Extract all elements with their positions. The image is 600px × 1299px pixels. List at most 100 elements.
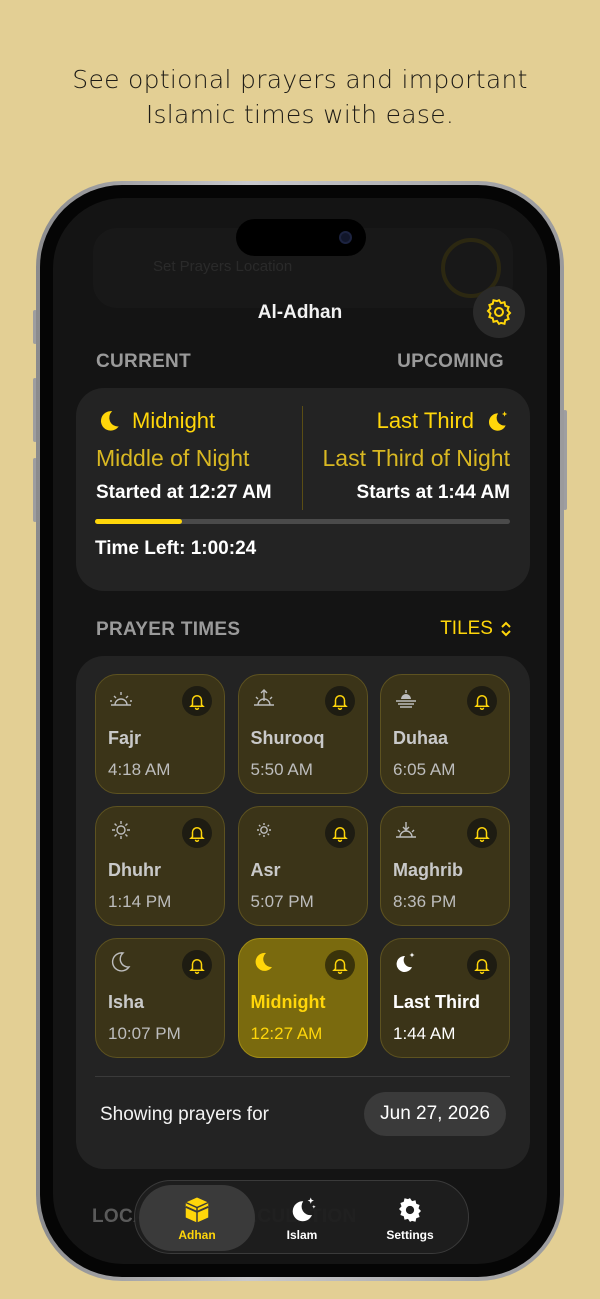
showing-prayers-label: Showing prayers for	[100, 1104, 269, 1125]
current-prayer-block: Midnight Middle of Night Started at 12:2…	[96, 408, 272, 504]
prayer-time: 1:14 PM	[108, 892, 172, 911]
bell-icon	[189, 827, 205, 842]
prayer-time: 5:50 AM	[250, 760, 313, 779]
prayer-name: Isha	[108, 992, 145, 1012]
prayer-tile-duhaa[interactable]: Duhaa 6:05 AM	[380, 674, 510, 794]
prayer-time: 5:07 PM	[250, 892, 314, 911]
prayer-time: 12:27 AM	[250, 1024, 323, 1043]
card-divider	[302, 406, 303, 510]
tab-adhan-label: Adhan	[178, 1227, 216, 1242]
sun-up-icon	[251, 687, 277, 709]
notification-toggle-button[interactable]	[182, 818, 212, 848]
current-prayer-subtitle: Middle of Night	[96, 445, 250, 471]
moon-icon	[100, 411, 119, 431]
notification-toggle-button[interactable]	[182, 686, 212, 716]
gear-icon	[486, 298, 512, 326]
notification-toggle-button[interactable]	[324, 686, 355, 716]
prayer-time: 1:44 AM	[393, 1024, 456, 1043]
tab-adhan[interactable]: Adhan	[139, 1185, 255, 1251]
prayer-tile-fajr[interactable]: Fajr 4:18 AM	[95, 674, 225, 794]
sun-icon	[108, 819, 134, 841]
bell-icon	[474, 695, 490, 710]
upcoming-prayer-start: Starts at 1:44 AM	[356, 482, 510, 503]
bell-icon	[189, 959, 205, 974]
prayer-name: Shurooq	[250, 728, 325, 748]
time-progress-fill	[95, 519, 183, 524]
bell-icon	[331, 827, 348, 842]
prayer-tile-asr[interactable]: Asr 5:07 PM	[237, 806, 368, 926]
prayer-tile-isha[interactable]: Isha 10:07 PM	[95, 938, 225, 1058]
gear-icon	[399, 1197, 421, 1222]
prayer-time: 8:36 PM	[393, 892, 457, 911]
view-mode-label: TILES	[440, 618, 493, 639]
current-prayer-start: Started at 12:27 AM	[96, 482, 272, 503]
phone-frame: Set Prayers Location Al-Adhan CURRENT UP…	[36, 181, 564, 1281]
prayer-time: 10:07 PM	[108, 1024, 181, 1043]
sun-haze-icon	[393, 687, 419, 709]
prayer-name: Last Third	[393, 992, 481, 1012]
upcoming-prayer-heading: Last Third	[322, 408, 510, 434]
dynamic-island	[236, 219, 366, 256]
moon-icon	[251, 951, 277, 973]
prayer-times-label: PRAYER TIMES	[96, 619, 241, 640]
current-section-label: CURRENT	[96, 351, 191, 372]
prayer-times-card: Fajr 4:18 AM Shurooq 5:50 AM Duhaa 6:05 AM Dhu…	[76, 656, 530, 1169]
prayer-tile-last-third[interactable]: Last Third 1:44 AM	[380, 938, 510, 1058]
divider	[95, 1076, 510, 1077]
prayer-name: Dhuhr	[108, 860, 161, 880]
prayer-name: Duhaa	[393, 728, 449, 748]
upcoming-prayer-subtitle: Last Third of Night	[322, 445, 510, 471]
prayer-name: Maghrib	[393, 860, 463, 880]
bell-icon	[331, 959, 348, 974]
chevron-up-down-icon	[501, 621, 511, 637]
prayer-tile-dhuhr[interactable]: Dhuhr 1:14 PM	[95, 806, 225, 926]
date-picker-button[interactable]: Jun 27, 2026	[364, 1092, 506, 1136]
headline-line-2: Islamic times with ease.	[145, 100, 455, 129]
notification-toggle-button[interactable]	[467, 950, 497, 980]
headline: See optional prayers and important Islam…	[0, 62, 600, 132]
prayer-tile-midnight[interactable]: Midnight 12:27 AM	[237, 938, 368, 1058]
notification-toggle-button[interactable]	[324, 818, 355, 848]
tab-settings[interactable]: Settings	[360, 1185, 460, 1251]
moon-icon	[108, 951, 134, 973]
current-prayer-heading: Midnight	[96, 408, 272, 434]
upcoming-prayer-name: Last Third	[376, 408, 474, 433]
sunrise-icon	[108, 687, 134, 709]
tab-islam-label: Islam	[286, 1227, 318, 1242]
notification-toggle-button[interactable]	[467, 818, 497, 848]
notification-toggle-button[interactable]	[467, 686, 497, 716]
sun-small-icon	[251, 819, 277, 841]
time-left-text: Time Left: 1:00:24	[95, 538, 257, 559]
prayer-time: 4:18 AM	[108, 760, 171, 779]
app-screen: Set Prayers Location Al-Adhan CURRENT UP…	[53, 198, 547, 1264]
blurred-location-text: Set Prayers Location	[153, 258, 293, 275]
moon-stars-icon	[393, 951, 419, 973]
phone-bezel: Set Prayers Location Al-Adhan CURRENT UP…	[40, 185, 560, 1277]
moon-stars-icon	[292, 1197, 316, 1221]
view-mode-toggle[interactable]: TILES	[440, 618, 513, 640]
prayer-tile-maghrib[interactable]: Maghrib 8:36 PM	[380, 806, 510, 926]
prayer-name: Asr	[250, 860, 281, 880]
bell-icon	[189, 695, 205, 710]
notification-toggle-button[interactable]	[324, 950, 355, 980]
bell-icon	[474, 827, 490, 842]
tab-bar: Adhan Islam Settings	[134, 1180, 469, 1254]
prayer-tile-shurooq[interactable]: Shurooq 5:50 AM	[237, 674, 368, 794]
tab-settings-label: Settings	[386, 1227, 434, 1242]
tab-islam[interactable]: Islam	[257, 1185, 347, 1251]
bell-icon	[331, 695, 348, 710]
prayer-name: Fajr	[108, 728, 142, 748]
current-upcoming-card[interactable]: Midnight Middle of Night Started at 12:2…	[76, 388, 530, 591]
headline-line-1: See optional prayers and important	[72, 65, 528, 94]
prayer-name: Midnight	[250, 992, 326, 1012]
camera-icon	[339, 231, 352, 244]
settings-button[interactable]	[473, 286, 525, 338]
moon-stars-icon	[488, 411, 508, 431]
sunset-icon	[393, 819, 419, 841]
current-prayer-name: Midnight	[132, 408, 216, 433]
bell-icon	[474, 959, 490, 974]
upcoming-prayer-block: Last Third Last Third of Night Starts at…	[322, 408, 510, 504]
notification-toggle-button[interactable]	[182, 950, 212, 980]
kaaba-icon	[185, 1197, 209, 1222]
prayer-time: 6:05 AM	[393, 760, 456, 779]
